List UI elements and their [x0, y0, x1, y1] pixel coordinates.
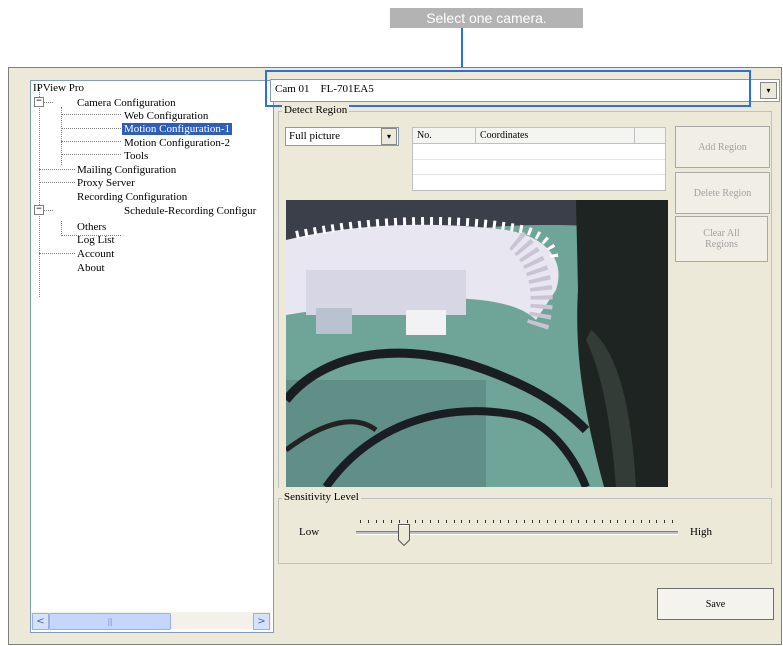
- slider-tick: [422, 520, 424, 523]
- tree-item-schedule-recording[interactable]: Schedule-Recording Configur: [124, 205, 256, 217]
- slider-tick: [375, 520, 377, 523]
- tree-connector: [39, 169, 75, 170]
- tree-item-account[interactable]: Account: [77, 248, 114, 260]
- slider-tick: [516, 520, 517, 523]
- table-row: [413, 174, 665, 175]
- tree-item-tools[interactable]: Tools: [124, 150, 148, 162]
- scroll-left-icon[interactable]: <: [32, 613, 49, 630]
- camera-preview[interactable]: [286, 200, 668, 487]
- tree-connector: [43, 102, 53, 103]
- slider-tick: [399, 520, 400, 523]
- slider-tick: [461, 520, 463, 523]
- collapse-toggle-icon[interactable]: −: [34, 205, 44, 215]
- sensitivity-label: Sensitivity Level: [282, 491, 361, 503]
- slider-tick: [664, 520, 666, 523]
- slider-tick: [492, 520, 494, 523]
- slider-tick: [633, 520, 634, 523]
- tree-item-web-configuration[interactable]: Web Configuration: [124, 110, 208, 122]
- callout-connector: [461, 28, 463, 70]
- slider-tick: [500, 520, 502, 523]
- region-mode-select[interactable]: Full picture ▾: [285, 127, 399, 146]
- slider-tick: [578, 520, 580, 523]
- navigation-tree: − − IPView Pro Camera Configuration Web …: [30, 80, 274, 633]
- slider-tick: [609, 520, 611, 523]
- tree-connector: [39, 87, 40, 297]
- slider-tick: [648, 520, 650, 523]
- save-button[interactable]: Save: [657, 588, 774, 620]
- slider-tick: [414, 520, 416, 523]
- slider-tick: [391, 520, 393, 523]
- slider-tick: [477, 520, 478, 523]
- slider-tick: [484, 520, 486, 523]
- tree-connector: [61, 128, 121, 129]
- chevron-down-icon[interactable]: ▾: [760, 82, 777, 99]
- chevron-down-icon[interactable]: ▾: [381, 128, 397, 145]
- camera-preview-image: [286, 200, 668, 487]
- tree-horizontal-scrollbar[interactable]: < ||| >: [31, 612, 271, 630]
- slider-tick: [562, 520, 564, 523]
- tree-item-motion-configuration-1[interactable]: Motion Configuration-1: [122, 123, 233, 135]
- slider-tick: [555, 520, 556, 523]
- scroll-right-icon[interactable]: >: [253, 613, 270, 630]
- slider-tick: [360, 520, 361, 523]
- tree-connector: [43, 210, 53, 211]
- scroll-thumb[interactable]: |||: [49, 613, 171, 630]
- column-header-no[interactable]: No.: [413, 128, 476, 144]
- tree-connector: [61, 221, 62, 236]
- callout-label: Select one camera.: [390, 8, 583, 28]
- slider-tick: [406, 520, 408, 523]
- sensitivity-low-label: Low: [299, 526, 320, 538]
- sensitivity-high-label: High: [690, 526, 712, 538]
- tree-connector: [61, 114, 121, 115]
- add-region-button[interactable]: Add Region: [675, 126, 770, 168]
- tree-item-proxy-server[interactable]: Proxy Server: [77, 177, 135, 189]
- slider-tick: [640, 520, 642, 523]
- column-header-extra[interactable]: [635, 128, 665, 144]
- camera-select-highlight: [265, 70, 751, 107]
- table-row: [413, 159, 665, 160]
- region-mode-value: Full picture: [289, 130, 341, 142]
- slider-tick: [672, 520, 673, 523]
- slider-tick: [547, 520, 549, 523]
- tree-item-recording-configuration[interactable]: Recording Configuration: [77, 191, 187, 203]
- tree-item-mailing-configuration[interactable]: Mailing Configuration: [77, 164, 176, 176]
- tree-connector: [39, 182, 75, 183]
- slider-tick: [625, 520, 627, 523]
- slider-tick: [523, 520, 525, 523]
- detect-region-label: Detect Region: [282, 104, 350, 116]
- region-table: No. Coordinates: [412, 127, 666, 191]
- tree-connector: [39, 253, 75, 254]
- slider-tick: [508, 520, 510, 523]
- tree-item-about[interactable]: About: [77, 262, 105, 274]
- slider-tick: [656, 520, 658, 523]
- slider-tick: [453, 520, 455, 523]
- slider-tick: [570, 520, 572, 523]
- slider-tick: [445, 520, 447, 523]
- tree-item-log-list[interactable]: Log List: [77, 234, 115, 246]
- tree-connector: [61, 141, 121, 142]
- clear-all-regions-button[interactable]: Clear All Regions: [675, 216, 768, 262]
- slider-tick: [601, 520, 603, 523]
- slider-tick: [617, 520, 619, 523]
- slider-tick: [383, 520, 385, 523]
- slider-tick: [469, 520, 471, 523]
- slider-tick: [438, 520, 439, 523]
- tree-item-others[interactable]: Others: [77, 221, 106, 233]
- delete-region-button[interactable]: Delete Region: [675, 172, 770, 214]
- collapse-toggle-icon[interactable]: −: [34, 97, 44, 107]
- slider-tick: [367, 520, 369, 523]
- sensitivity-slider-thumb[interactable]: [397, 524, 410, 546]
- tree-item-root[interactable]: IPView Pro: [33, 82, 84, 94]
- tree-connector: [61, 154, 121, 155]
- slider-tick: [586, 520, 588, 523]
- slider-tick: [539, 520, 541, 523]
- slider-tick: [594, 520, 595, 523]
- tree-item-motion-configuration-2[interactable]: Motion Configuration-2: [124, 137, 230, 149]
- column-header-coordinates[interactable]: Coordinates: [476, 128, 635, 144]
- slider-tick: [531, 520, 533, 523]
- slider-tick: [430, 520, 432, 523]
- tree-connector: [61, 107, 62, 165]
- tree-item-camera-configuration[interactable]: Camera Configuration: [77, 97, 176, 109]
